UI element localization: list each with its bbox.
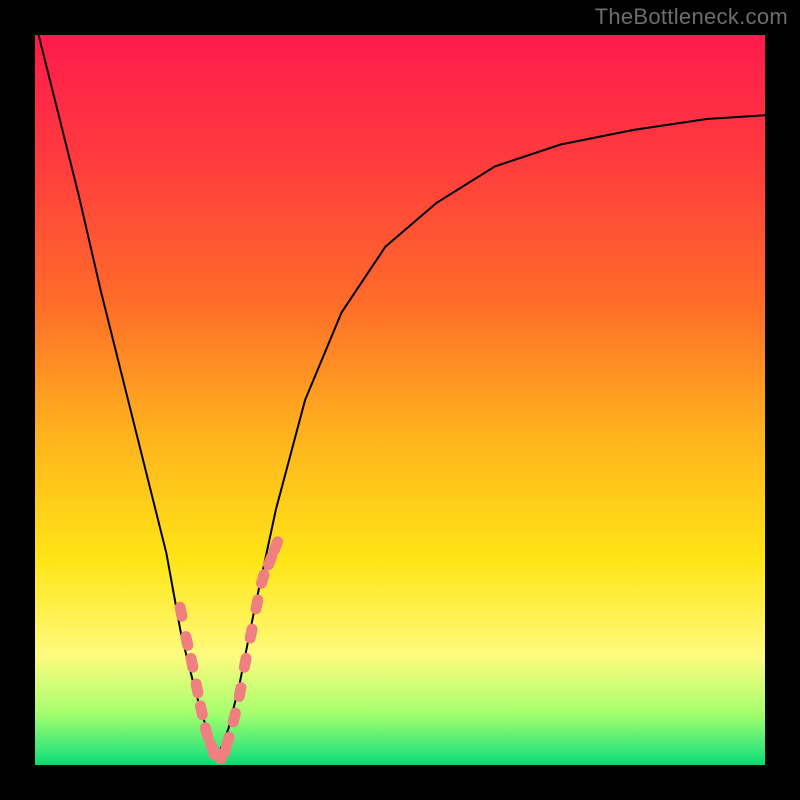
bottleneck-curve: [39, 35, 765, 758]
marker-point: [184, 652, 199, 674]
chart-frame: TheBottleneck.com: [0, 0, 800, 800]
marker-point: [233, 681, 248, 703]
marker-point: [255, 568, 271, 590]
watermark-text: TheBottleneck.com: [595, 4, 788, 30]
marker-point: [238, 652, 252, 674]
marker-point: [227, 706, 243, 728]
marker-point: [174, 601, 189, 623]
plot-area: [35, 35, 765, 765]
marker-point: [249, 593, 264, 615]
marker-point: [194, 699, 209, 721]
chart-svg: [35, 35, 765, 765]
marker-point: [179, 630, 194, 652]
marker-point: [190, 678, 205, 700]
marker-group: [174, 535, 285, 767]
marker-point: [244, 623, 259, 645]
